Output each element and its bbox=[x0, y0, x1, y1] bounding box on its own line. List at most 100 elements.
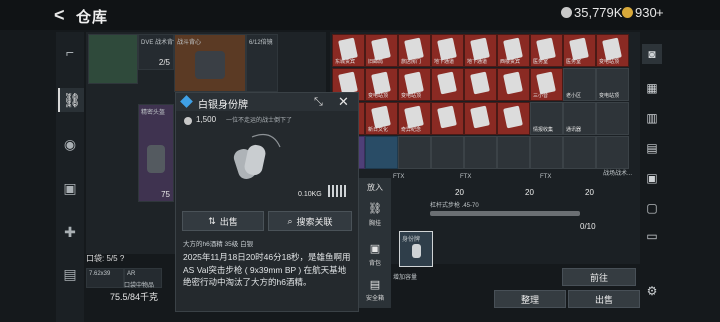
backpack-label[interactable]: 背包 bbox=[359, 258, 391, 267]
storage-cell[interactable]: 地下通道 bbox=[464, 34, 497, 67]
storage-cell[interactable] bbox=[497, 68, 530, 101]
silver-coin-icon bbox=[184, 117, 192, 125]
cell-label: 三小音 bbox=[533, 93, 549, 99]
vest-icon[interactable]: ⛓ bbox=[58, 88, 84, 112]
back-button[interactable]: < bbox=[54, 5, 65, 26]
storage-cell[interactable] bbox=[365, 136, 398, 169]
helmet-icon[interactable]: ◉ bbox=[58, 132, 82, 156]
storage-cell[interactable]: 三小音 bbox=[530, 68, 563, 101]
tag-icon[interactable]: ▭ bbox=[642, 226, 662, 246]
storage-cell[interactable] bbox=[398, 136, 431, 169]
cell-label: 地下通道 bbox=[467, 59, 488, 65]
organize-button[interactable]: 整理 bbox=[494, 290, 566, 308]
storage-cell[interactable] bbox=[464, 102, 497, 135]
key-card-icon bbox=[371, 105, 391, 129]
equipped-item[interactable] bbox=[88, 34, 138, 84]
chest-rig-icon[interactable]: ⛓ bbox=[367, 202, 383, 216]
list-icon[interactable]: ▤ bbox=[642, 138, 662, 158]
ammo-slot[interactable]: 7.62x39 bbox=[86, 268, 124, 288]
silver-coin-icon bbox=[561, 7, 572, 18]
storage-cell[interactable]: 西楼贵宾 bbox=[497, 34, 530, 67]
search-related-button[interactable]: ⌕ 搜索关联 bbox=[268, 211, 352, 231]
search-icon: ⌕ bbox=[287, 215, 293, 226]
key-card-icon bbox=[404, 71, 424, 95]
safe-box-label[interactable]: 安全箱 bbox=[359, 293, 391, 302]
storage-cell[interactable]: 旅店房门 bbox=[398, 34, 431, 67]
backpack-slot[interactable]: DVE 战术背包 2/5 bbox=[138, 34, 179, 70]
close-icon[interactable]: ✕ bbox=[338, 94, 349, 110]
storage-cell[interactable]: 变电站顶 bbox=[596, 34, 629, 67]
storage-cell[interactable]: 旧邮局 bbox=[365, 34, 398, 67]
storage-cell[interactable] bbox=[497, 102, 530, 135]
storage-cell[interactable] bbox=[563, 136, 596, 169]
size-grid-icon bbox=[328, 185, 348, 197]
stack-count: 20 bbox=[585, 188, 594, 197]
dog-tag-image bbox=[233, 134, 281, 179]
filter-icon[interactable]: ▥ bbox=[642, 108, 662, 128]
cell-label: 旅店房门 bbox=[401, 59, 422, 65]
storage-cell[interactable] bbox=[530, 136, 563, 169]
sell-label: 出售 bbox=[219, 216, 238, 227]
storage-cell[interactable] bbox=[464, 68, 497, 101]
storage-cell[interactable]: 东城贵宾 bbox=[332, 34, 365, 67]
storage-cell[interactable]: 医务室 bbox=[563, 34, 596, 67]
storage-cell[interactable]: 变电站顶 bbox=[398, 68, 431, 101]
key-card-icon bbox=[470, 105, 490, 129]
storage-cell[interactable]: 地下通道 bbox=[431, 34, 464, 67]
selected-item[interactable]: 身份牌 bbox=[399, 231, 433, 267]
profile-icon[interactable]: ◙ bbox=[642, 44, 662, 64]
key-card-icon bbox=[404, 105, 424, 129]
helmet-slot[interactable]: 精密头盔 75 bbox=[138, 104, 174, 202]
safe-box-icon[interactable]: ▤ bbox=[367, 278, 383, 292]
cell-label: 医务室 bbox=[533, 59, 549, 65]
key-card-icon bbox=[338, 37, 358, 61]
scope-slot[interactable]: 6/12倍镜 bbox=[246, 34, 278, 92]
storage-cell[interactable]: 新日文化 bbox=[365, 102, 398, 135]
storage-cell[interactable]: 变电站顶 bbox=[365, 68, 398, 101]
backpack-icon[interactable]: ▣ bbox=[367, 242, 383, 256]
grid-icon[interactable]: ▦ bbox=[642, 78, 662, 98]
gold-currency-amount: 930 bbox=[635, 5, 657, 20]
add-currency-button[interactable]: + bbox=[656, 5, 664, 20]
cell-label: 旧邮局 bbox=[368, 59, 384, 65]
shrink-icon[interactable]: ⤡ bbox=[314, 96, 323, 109]
sell-all-button[interactable]: 出售 bbox=[568, 290, 640, 308]
sell-button[interactable]: ⇅ 出售 bbox=[182, 211, 264, 231]
storage-cell[interactable]: 变电站顶 bbox=[596, 68, 629, 101]
storage-cell[interactable] bbox=[596, 102, 629, 135]
storage-cell[interactable]: 医务室 bbox=[530, 34, 563, 67]
storage-cell[interactable]: 老小区 bbox=[563, 68, 596, 101]
stack-count: 20 bbox=[455, 188, 464, 197]
storage-cell[interactable] bbox=[497, 136, 530, 169]
put-in-panel: 放入 ⛓ 胸挂 ▣ 背包 ▤ 安全箱 bbox=[359, 178, 391, 308]
case-icon[interactable]: ▤ bbox=[58, 262, 82, 286]
rifle-image[interactable] bbox=[430, 211, 580, 216]
chest-rig-label[interactable]: 胸挂 bbox=[359, 218, 391, 227]
tile-label: 6/12倍镜 bbox=[249, 40, 273, 46]
pistol-icon[interactable]: ⌐ bbox=[58, 40, 82, 64]
card-icon[interactable]: ▣ bbox=[642, 168, 662, 188]
weight-readout: 75.5/84千克 bbox=[110, 290, 158, 303]
add-capacity-link[interactable]: 增加容量 bbox=[393, 272, 417, 281]
help-icon[interactable]: ? bbox=[120, 254, 124, 263]
key-card-icon bbox=[503, 71, 523, 95]
goto-button[interactable]: 前往 bbox=[562, 268, 636, 286]
storage-cell[interactable] bbox=[431, 136, 464, 169]
medkit-icon[interactable]: ✚ bbox=[58, 220, 82, 244]
backpack-icon[interactable]: ▣ bbox=[58, 176, 82, 200]
cell-label: 西楼贵宾 bbox=[500, 59, 521, 65]
storage-cell[interactable]: 情报收集 bbox=[530, 102, 563, 135]
vest-slot[interactable]: 战斗背心 bbox=[174, 34, 246, 92]
gear-icon[interactable]: ⚙ bbox=[642, 281, 662, 301]
key-card-icon bbox=[437, 71, 457, 95]
storage-cell[interactable] bbox=[431, 68, 464, 101]
item-weight: 0.10KG bbox=[298, 191, 322, 198]
box-icon[interactable]: ▢ bbox=[642, 198, 662, 218]
storage-cell[interactable]: 通讯器 bbox=[563, 102, 596, 135]
storage-cell[interactable] bbox=[464, 136, 497, 169]
cell-label: 老小区 bbox=[566, 93, 582, 99]
storage-cell[interactable]: 奇异纪念 bbox=[398, 102, 431, 135]
storage-cell[interactable] bbox=[596, 136, 629, 169]
storage-cell[interactable] bbox=[431, 102, 464, 135]
tile-label: 精密头盔 bbox=[141, 110, 166, 116]
